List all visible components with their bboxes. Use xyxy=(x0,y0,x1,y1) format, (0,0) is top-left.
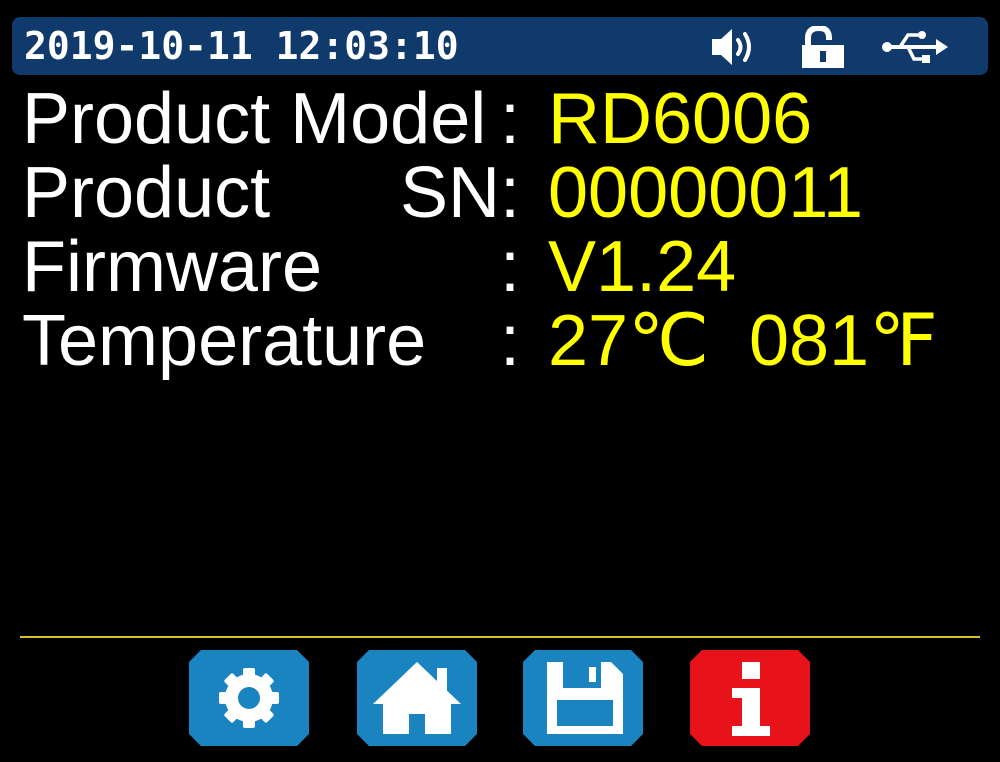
speaker-icon[interactable] xyxy=(708,26,758,68)
colon: : xyxy=(500,301,521,381)
floppy-disk-icon xyxy=(547,662,623,734)
product-model-label: Product Model xyxy=(22,79,487,159)
home-button[interactable] xyxy=(357,650,477,746)
home-icon xyxy=(373,662,461,734)
gear-icon xyxy=(219,668,279,728)
product-sn-key: SN xyxy=(400,153,501,233)
product-sn-label: Product xyxy=(22,153,271,233)
info-row-product-model: Product Model : RD6006 xyxy=(22,82,982,156)
product-model-value: RD6006 xyxy=(548,79,813,159)
firmware-value: V1.24 xyxy=(548,227,737,307)
info-row-firmware: Firmware : V1.24 xyxy=(22,230,982,304)
status-bar: 2019-10-11 12:03:10 xyxy=(12,17,988,75)
temperature-label: Temperature xyxy=(22,301,427,381)
colon: : xyxy=(500,79,521,159)
unlocked-padlock-icon[interactable] xyxy=(798,26,848,68)
info-icon xyxy=(732,662,770,736)
product-sn-value: 00000011 xyxy=(548,153,863,233)
firmware-label: Firmware xyxy=(22,227,322,307)
colon: : xyxy=(500,153,521,233)
colon: : xyxy=(500,227,521,307)
device-screen: 2019-10-11 12:03:10 Product Model: RD60… xyxy=(0,0,1000,762)
info-button[interactable] xyxy=(690,650,810,746)
settings-button[interactable] xyxy=(189,650,309,746)
save-button[interactable] xyxy=(523,650,643,746)
divider xyxy=(20,636,980,638)
temperature-value: 27℃ 081℉ xyxy=(548,301,938,381)
info-row-temperature: Temperature : 27℃ 081℉ xyxy=(22,304,982,378)
datetime-display: 2019-10-11 12:03:10 xyxy=(24,24,459,68)
usb-icon xyxy=(880,26,950,68)
info-row-product-sn: Product SN : 00000011 xyxy=(22,156,982,230)
